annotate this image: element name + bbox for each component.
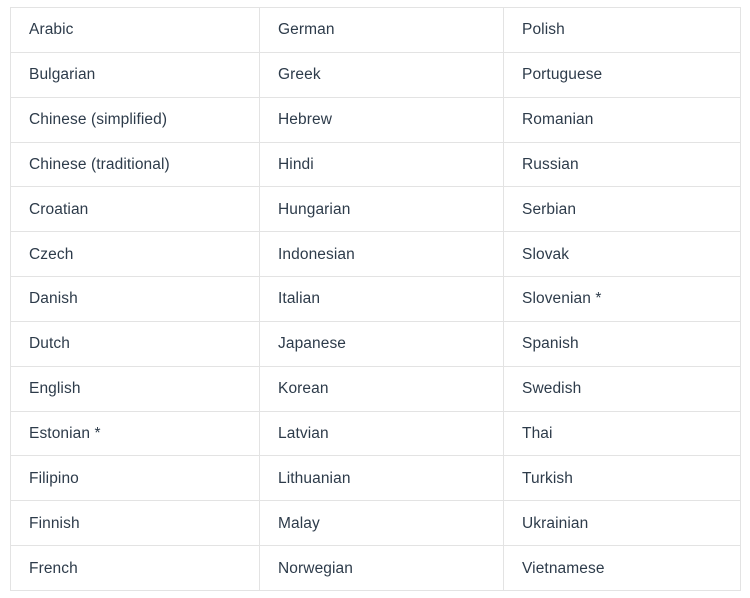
language-cell: Turkish xyxy=(503,455,741,502)
language-cell: Czech xyxy=(10,231,260,278)
language-cell: Arabic xyxy=(10,7,260,53)
language-cell: Slovak xyxy=(503,231,741,278)
table-row: Chinese (simplified) Hebrew Romanian xyxy=(10,96,741,143)
language-cell: French xyxy=(10,545,260,591)
language-cell: Korean xyxy=(259,365,504,412)
table-row: Czech Indonesian Slovak xyxy=(10,231,741,278)
table-row: English Korean Swedish xyxy=(10,365,741,412)
table-body: Arabic German Polish Bulgarian Greek Por… xyxy=(10,7,741,591)
language-cell: Thai xyxy=(503,410,741,457)
language-cell: Spanish xyxy=(503,320,741,367)
language-cell: Dutch xyxy=(10,320,260,367)
language-cell: Indonesian xyxy=(259,231,504,278)
language-cell: Slovenian * xyxy=(503,276,741,322)
supported-languages-table: Arabic German Polish Bulgarian Greek Por… xyxy=(10,7,741,591)
language-cell: Vietnamese xyxy=(503,545,741,591)
table-row: Arabic German Polish xyxy=(10,7,741,53)
language-cell: German xyxy=(259,7,504,53)
language-cell: Hindi xyxy=(259,141,504,188)
language-cell: Serbian xyxy=(503,186,741,233)
table-row: Croatian Hungarian Serbian xyxy=(10,186,741,233)
language-cell: Italian xyxy=(259,276,504,322)
language-cell: Finnish xyxy=(10,500,260,547)
table-row: Bulgarian Greek Portuguese xyxy=(10,51,741,98)
language-cell: Norwegian xyxy=(259,545,504,591)
table-row: Finnish Malay Ukrainian xyxy=(10,500,741,547)
language-cell: Hebrew xyxy=(259,96,504,143)
language-cell: Danish xyxy=(10,276,260,322)
language-cell: Ukrainian xyxy=(503,500,741,547)
table-row: Dutch Japanese Spanish xyxy=(10,320,741,367)
language-cell: Russian xyxy=(503,141,741,188)
language-cell: Swedish xyxy=(503,365,741,412)
language-cell: Estonian * xyxy=(10,410,260,457)
table-row: Estonian * Latvian Thai xyxy=(10,410,741,457)
language-cell: Chinese (simplified) xyxy=(10,96,260,143)
language-cell: Filipino xyxy=(10,455,260,502)
language-cell: Polish xyxy=(503,7,741,53)
language-cell: Chinese (traditional) xyxy=(10,141,260,188)
page-root: Arabic German Polish Bulgarian Greek Por… xyxy=(0,0,750,598)
language-cell: Hungarian xyxy=(259,186,504,233)
language-cell: Latvian xyxy=(259,410,504,457)
language-cell: English xyxy=(10,365,260,412)
table-row: Danish Italian Slovenian * xyxy=(10,276,741,322)
table-row: Chinese (traditional) Hindi Russian xyxy=(10,141,741,188)
table-row: French Norwegian Vietnamese xyxy=(10,545,741,591)
language-cell: Malay xyxy=(259,500,504,547)
language-cell: Portuguese xyxy=(503,51,741,98)
table-row: Filipino Lithuanian Turkish xyxy=(10,455,741,502)
language-cell: Bulgarian xyxy=(10,51,260,98)
language-cell: Lithuanian xyxy=(259,455,504,502)
language-cell: Romanian xyxy=(503,96,741,143)
language-cell: Greek xyxy=(259,51,504,98)
language-cell: Japanese xyxy=(259,320,504,367)
language-cell: Croatian xyxy=(10,186,260,233)
